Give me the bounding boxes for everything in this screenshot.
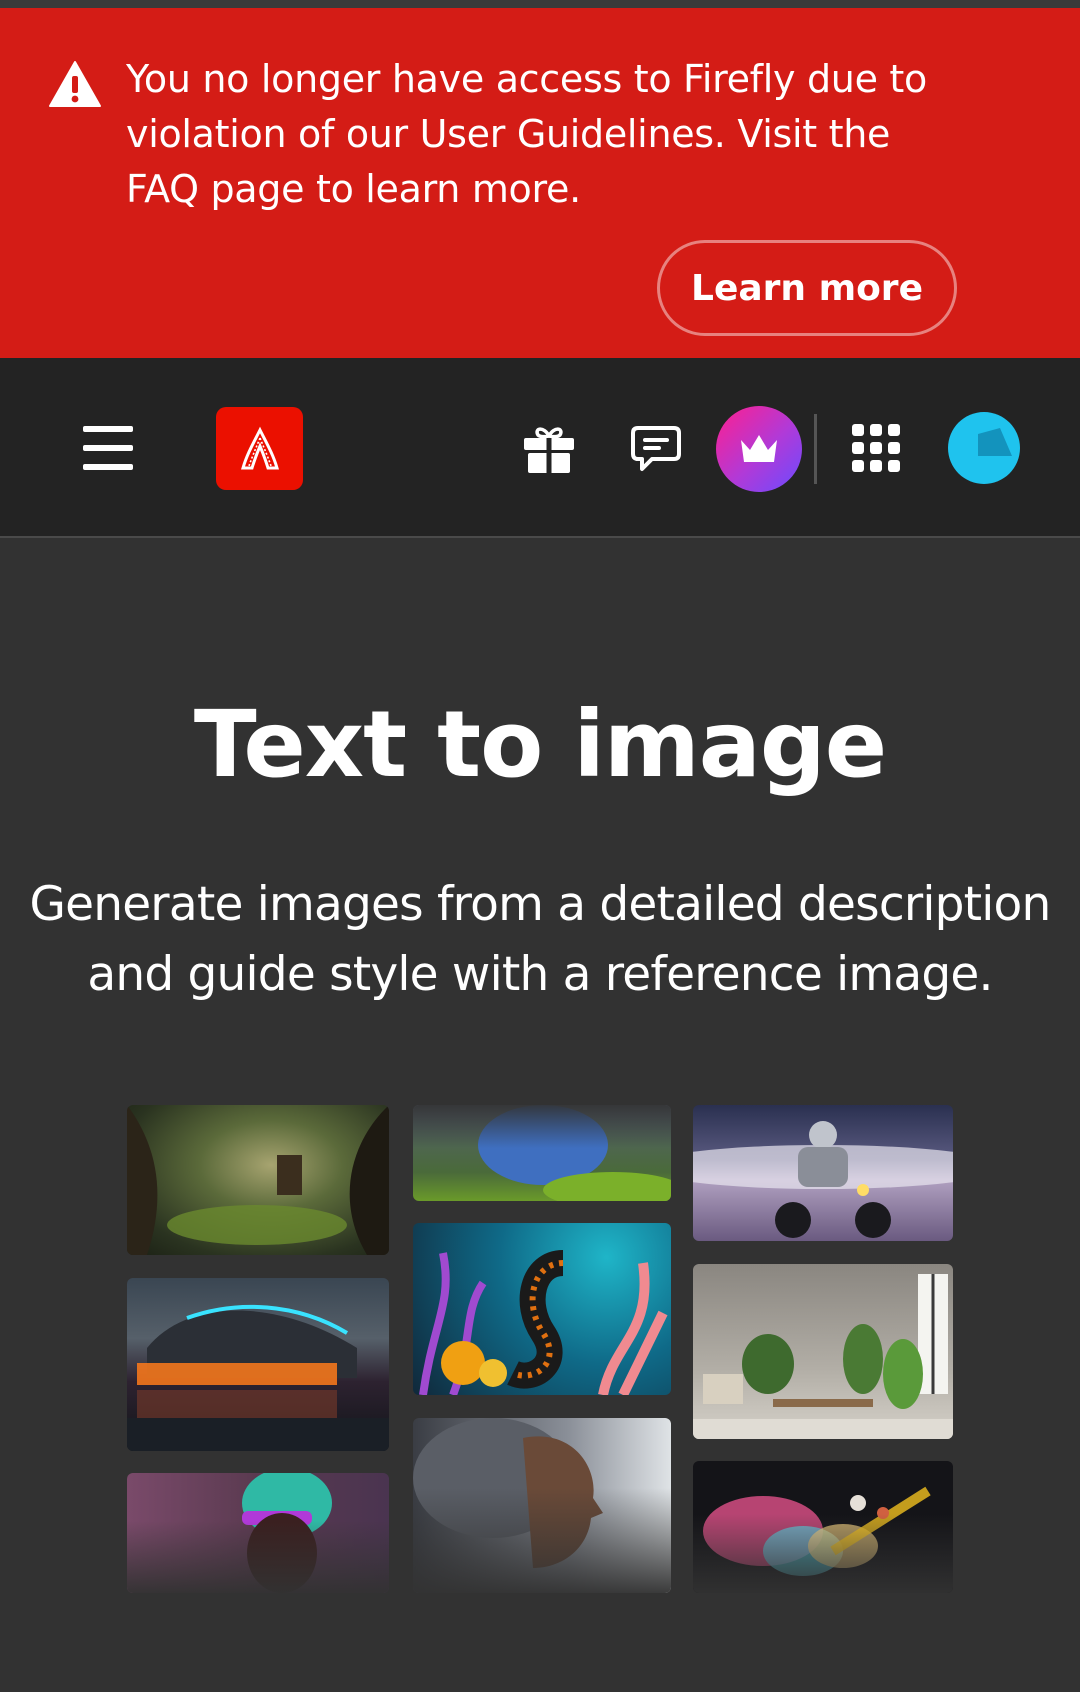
crown-icon <box>741 435 777 462</box>
gallery-image-fantasy-forest[interactable] <box>127 1105 389 1255</box>
header-divider <box>814 414 817 484</box>
gallery-image-color-powder[interactable] <box>693 1461 953 1593</box>
gift-icon[interactable] <box>522 424 576 474</box>
powder-scene <box>703 1486 931 1576</box>
status-edge <box>0 0 1080 8</box>
premium-upgrade-button[interactable] <box>716 406 802 492</box>
page-title: Text to image <box>193 691 887 798</box>
gallery-image-seahorse[interactable] <box>413 1223 671 1395</box>
gallery-image-neon-portrait[interactable] <box>127 1473 389 1593</box>
hamburger-menu-icon[interactable] <box>83 426 133 470</box>
gallery-image-neon-lake[interactable] <box>127 1278 389 1451</box>
alert-message: You no longer have access to Firefly due… <box>126 57 927 211</box>
gallery-image-plant-room[interactable] <box>693 1264 953 1439</box>
gallery-image-astronaut-motorcycle[interactable] <box>693 1105 953 1241</box>
neon-lake-scene <box>127 1304 389 1451</box>
forest-scene <box>127 1105 389 1255</box>
room-scene <box>693 1274 953 1439</box>
warning-icon <box>49 61 101 107</box>
app-grid-icon[interactable] <box>852 424 900 472</box>
user-avatar[interactable] <box>948 412 1020 484</box>
astronaut-scene <box>693 1121 953 1238</box>
avatar-shape-icon <box>978 428 1012 456</box>
chat-feedback-icon[interactable] <box>630 424 682 474</box>
learn-more-button[interactable]: Learn more <box>657 240 957 336</box>
firefly-logo-icon <box>240 426 279 469</box>
page-subtitle: Generate images from a detailed descript… <box>29 877 1051 1002</box>
portrait-scene <box>242 1473 332 1593</box>
access-alert-banner: You no longer have access to Firefly due… <box>0 8 1080 358</box>
adobe-firefly-logo[interactable] <box>216 407 303 490</box>
app-header <box>0 358 1080 538</box>
seahorse-scene <box>419 1250 668 1395</box>
gallery-image-woman-profile[interactable] <box>413 1418 671 1593</box>
gallery-image-blue-creature[interactable] <box>413 1105 671 1201</box>
creature-scene <box>478 1105 671 1201</box>
profile-scene <box>413 1418 603 1568</box>
